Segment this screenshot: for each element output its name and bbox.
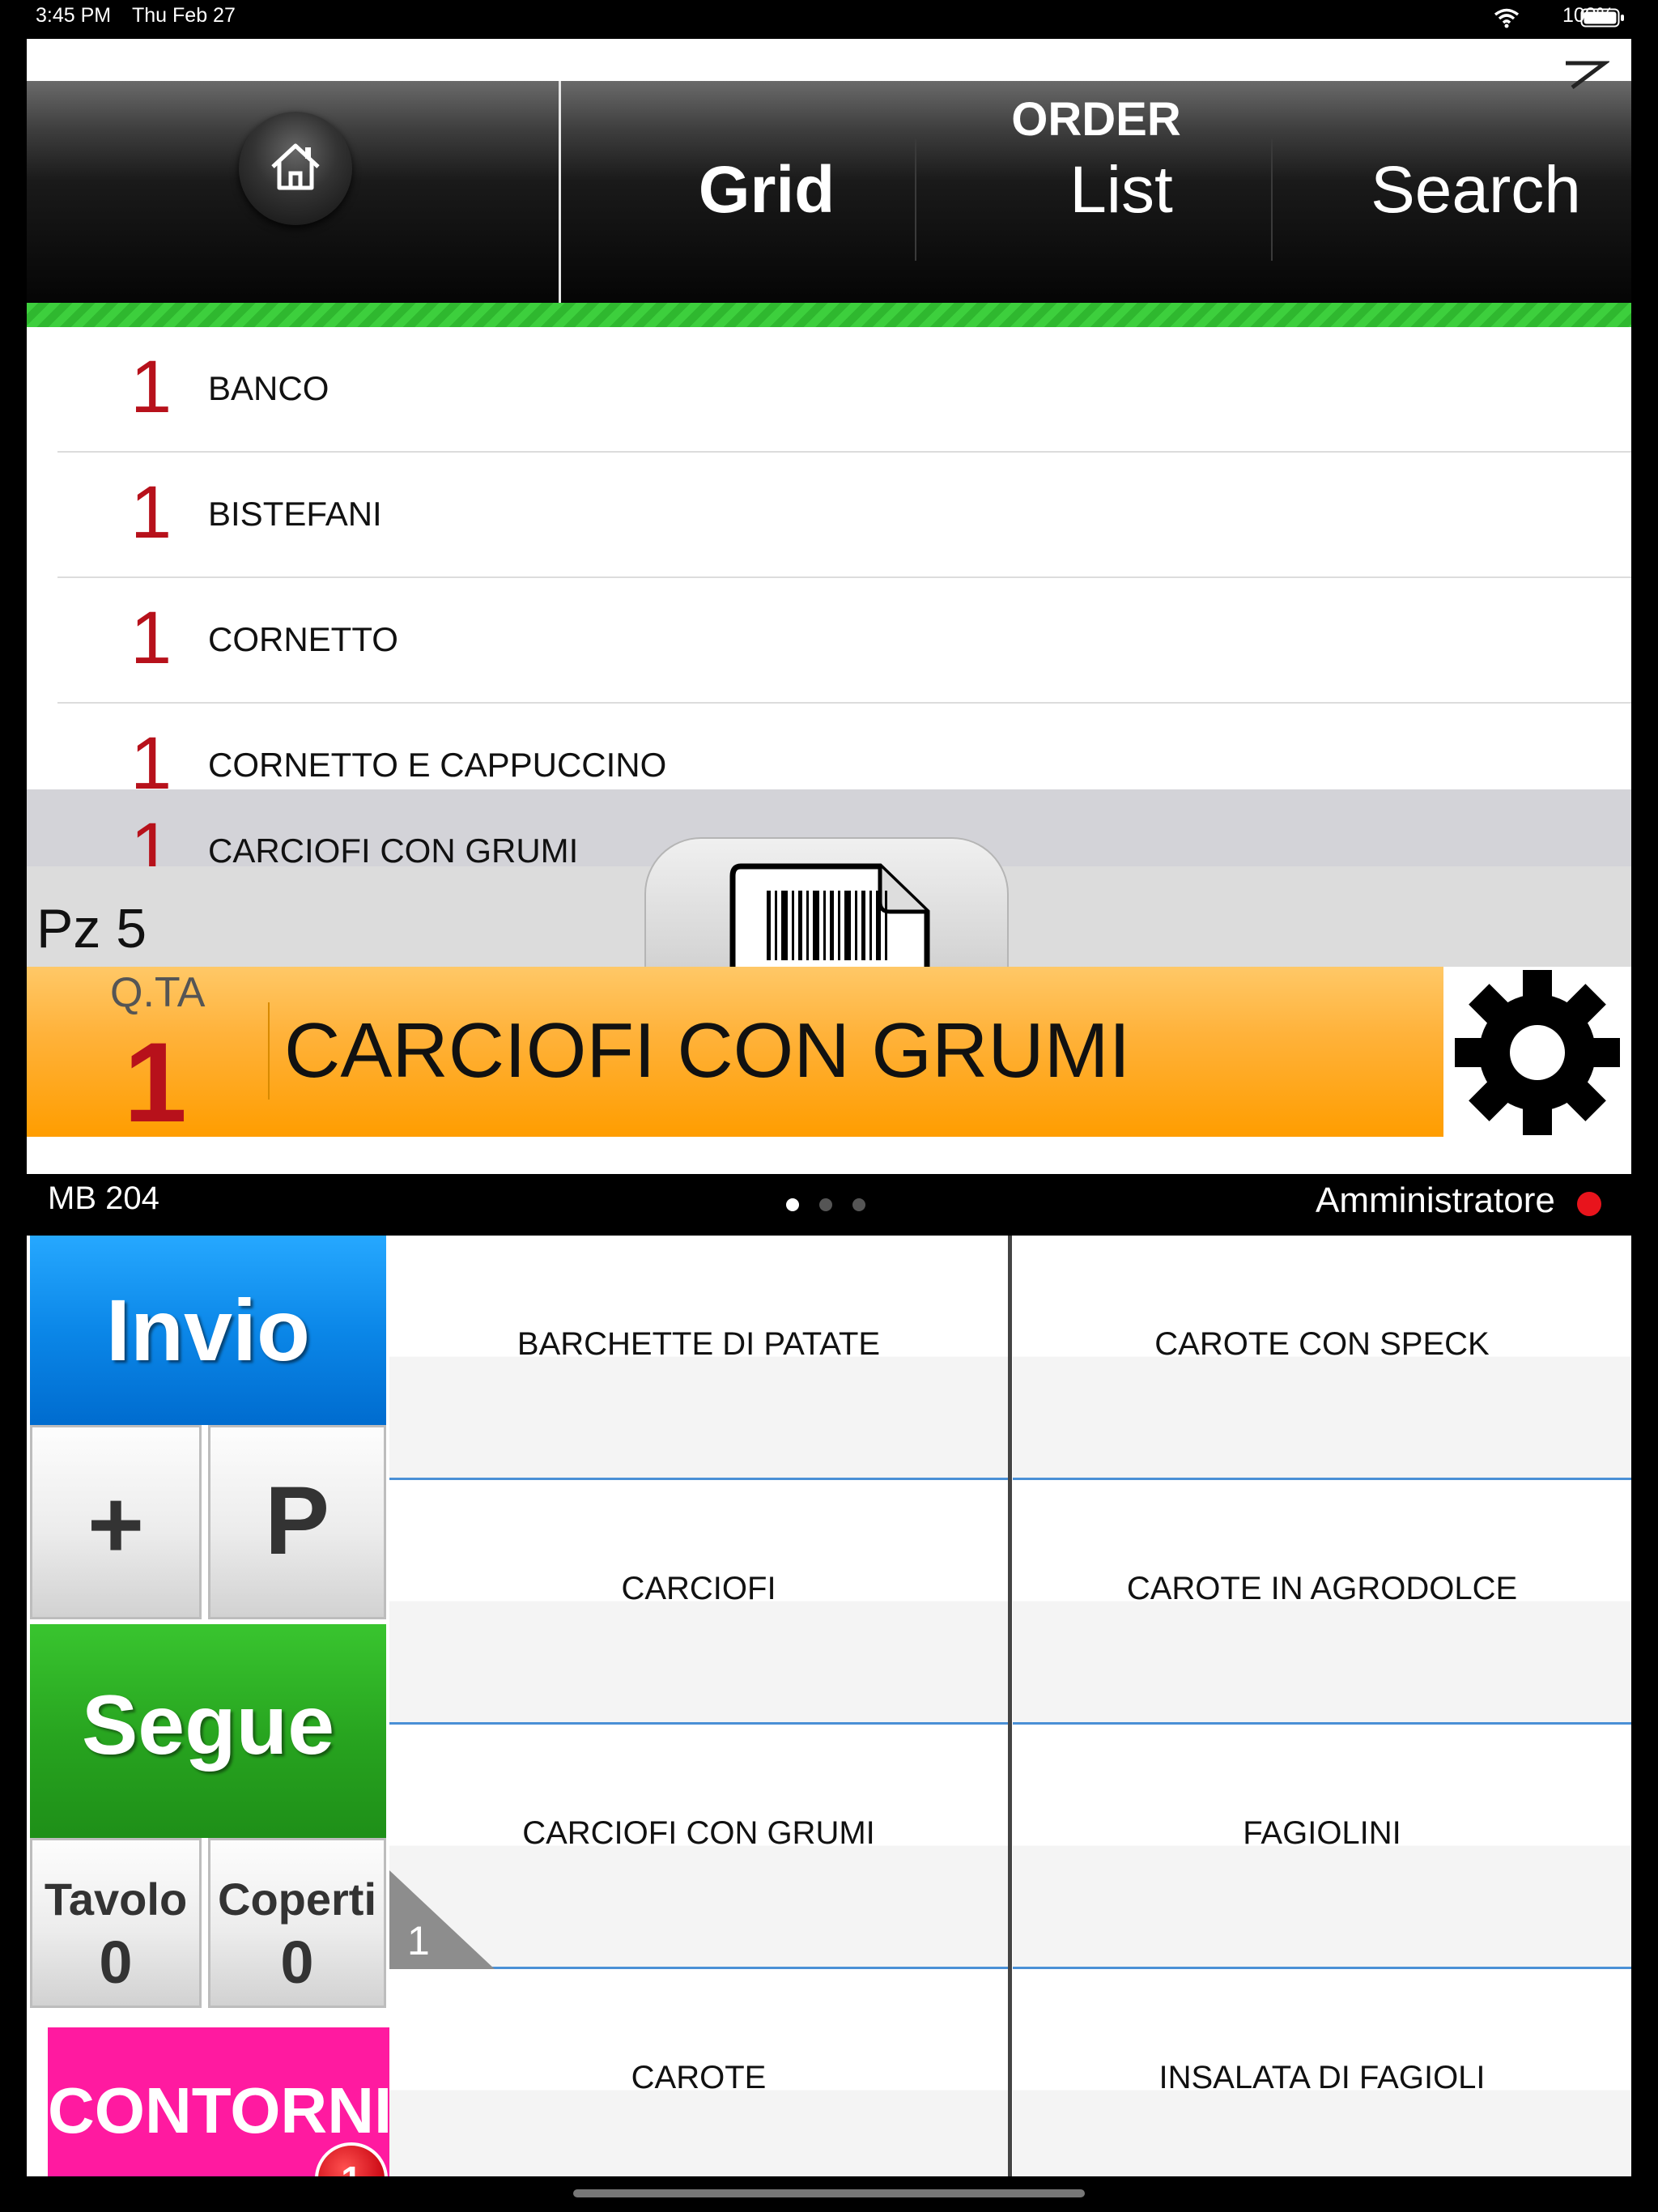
order-row[interactable]: 1 CORNETTO	[57, 578, 1631, 704]
qty-value[interactable]: 1	[124, 1017, 187, 1148]
product-cell[interactable]: CAROTE IN AGRODOLCE	[1013, 1480, 1631, 1725]
product-label: FAGIOLINI	[1243, 1815, 1401, 1851]
product-cell[interactable]: INSALATA DI FAGIOLI	[1013, 1969, 1631, 2176]
order-row-qty: 1	[130, 597, 172, 679]
page-dot[interactable]	[852, 1198, 865, 1211]
order-row-qty: 1	[130, 471, 172, 554]
home-icon	[268, 139, 323, 198]
product-cell[interactable]: CAROTE	[389, 1969, 1008, 2176]
product-label: CARCIOFI	[621, 1571, 776, 1606]
qty-separator	[268, 1002, 270, 1100]
product-label: CARCIOFI CON GRUMI	[522, 1815, 875, 1851]
p-button[interactable]: P	[208, 1425, 386, 1619]
order-row-name: CORNETTO E CAPPUCCINO	[208, 746, 667, 784]
order-row[interactable]: 1 BISTEFANI	[57, 453, 1631, 578]
send-button[interactable]: Invio	[30, 1236, 386, 1425]
wifi-icon	[1494, 7, 1520, 34]
status-date: Thu Feb 27	[132, 4, 236, 27]
status-bar: 3:45 PM Thu Feb 27 100%	[0, 0, 1658, 39]
order-row-name: BANCO	[208, 369, 329, 407]
covers-label: Coperti	[218, 1874, 376, 1925]
order-status-bar	[27, 303, 1631, 327]
qty-label: Q.TA	[110, 969, 206, 1016]
tab-list[interactable]: List	[943, 152, 1299, 228]
dismiss-glyph	[1561, 57, 1611, 93]
order-row-qty: 1	[130, 346, 172, 428]
table-label: Tavolo	[44, 1874, 188, 1925]
tab-search[interactable]: Search	[1298, 152, 1631, 228]
home-indicator[interactable]	[573, 2189, 1085, 2197]
app-window: ORDER Grid List Search 1 BANCO 1 BISTEFA…	[27, 39, 1631, 2176]
gear-icon	[1450, 970, 1625, 1139]
table-value: 0	[99, 1929, 133, 1996]
order-title: ORDER	[1011, 93, 1181, 146]
product-label: CAROTE IN AGRODOLCE	[1126, 1571, 1518, 1606]
device-label: MB 204	[48, 1180, 159, 1216]
order-row-name: CORNETTO	[208, 620, 398, 658]
product-label: INSALATA DI FAGIOLI	[1158, 2060, 1486, 2095]
connection-status-dot	[1577, 1192, 1601, 1216]
product-ordered-count: 1	[407, 1918, 430, 1963]
pieces-count: Pz 5	[36, 898, 147, 959]
current-product-name: CARCIOFI CON GRUMI	[284, 1007, 1131, 1094]
order-row-name: BISTEFANI	[208, 495, 382, 533]
covers-button[interactable]: Coperti 0	[208, 1838, 386, 2008]
settings-button[interactable]	[1443, 967, 1631, 1138]
segue-button[interactable]: Segue	[30, 1624, 386, 1838]
page-dot[interactable]	[819, 1198, 832, 1211]
tab-grid[interactable]: Grid	[589, 152, 945, 228]
covers-value: 0	[280, 1929, 314, 1996]
product-cell[interactable]: CAROTE CON SPECK	[1013, 1236, 1631, 1480]
status-time: 3:45 PM	[36, 4, 112, 27]
order-row-name: CARCIOFI CON GRUMI	[208, 832, 579, 870]
page-dot-active[interactable]	[786, 1198, 799, 1211]
product-cell[interactable]: CARCIOFI	[389, 1480, 1008, 1725]
grid-column-divider	[1008, 1236, 1012, 2176]
product-label: BARCHETTE DI PATATE	[517, 1326, 881, 1362]
home-button[interactable]	[239, 112, 352, 225]
product-label: CAROTE	[631, 2060, 767, 2095]
order-row[interactable]: 1 BANCO	[57, 327, 1631, 453]
battery-icon	[1580, 6, 1626, 35]
plus-button[interactable]: +	[30, 1425, 202, 1619]
table-button[interactable]: Tavolo 0	[30, 1838, 202, 2008]
ordered-corner-triangle	[389, 1870, 495, 1973]
product-cell[interactable]: BARCHETTE DI PATATE	[389, 1236, 1008, 1480]
user-name: Amministratore	[1316, 1180, 1555, 1220]
product-label: CAROTE CON SPECK	[1154, 1326, 1490, 1362]
product-cell[interactable]: FAGIOLINI	[1013, 1725, 1631, 1969]
